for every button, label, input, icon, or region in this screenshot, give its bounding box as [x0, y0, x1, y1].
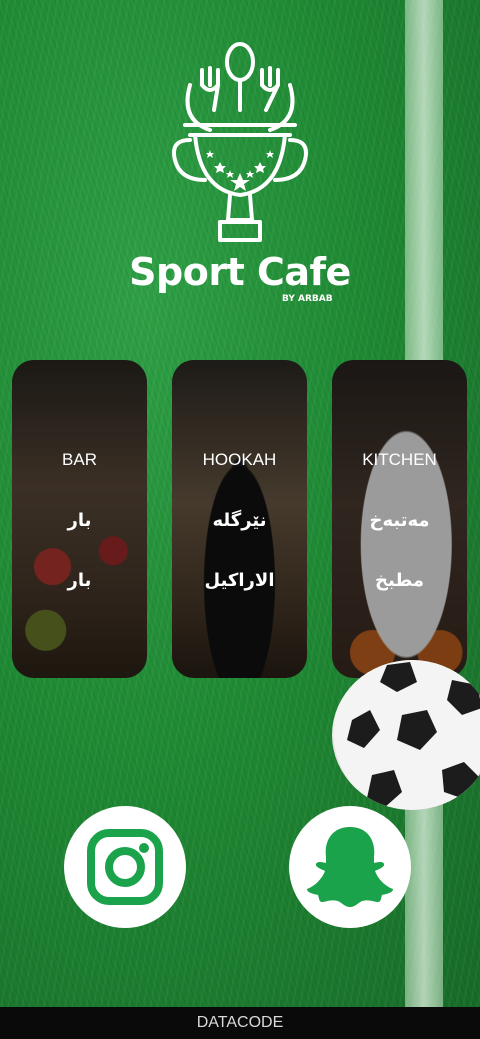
menu-card-hookah[interactable]: HOOKAH نێرگله الاراكيل — [172, 360, 307, 678]
card-label-en: KITCHEN — [362, 450, 437, 469]
card-label-ar: الاراكيل — [204, 570, 275, 591]
card-label-ku: مەتبەخ — [369, 510, 430, 531]
card-label-ar: بار — [67, 570, 92, 591]
menu-card-bar[interactable]: BAR بار بار — [12, 360, 147, 678]
instagram-button[interactable] — [64, 806, 186, 928]
snapchat-button[interactable] — [289, 806, 411, 928]
brand-title: Sport Cafe — [129, 250, 351, 294]
instagram-icon — [87, 829, 163, 905]
soccer-ball-icon — [332, 660, 480, 810]
brand-subtitle: BY ARBAB — [282, 294, 333, 304]
card-label-ar: مطبخ — [375, 570, 424, 591]
card-label-en: BAR — [62, 450, 97, 469]
snapchat-icon — [307, 827, 393, 907]
footer-credit: DATACODE — [0, 1007, 480, 1039]
card-label-ku: بار — [67, 510, 92, 531]
menu-card-kitchen[interactable]: KITCHEN مەتبەخ مطبخ — [332, 360, 467, 678]
card-label-en: HOOKAH — [202, 450, 277, 469]
card-label-ku: نێرگله — [212, 510, 267, 531]
